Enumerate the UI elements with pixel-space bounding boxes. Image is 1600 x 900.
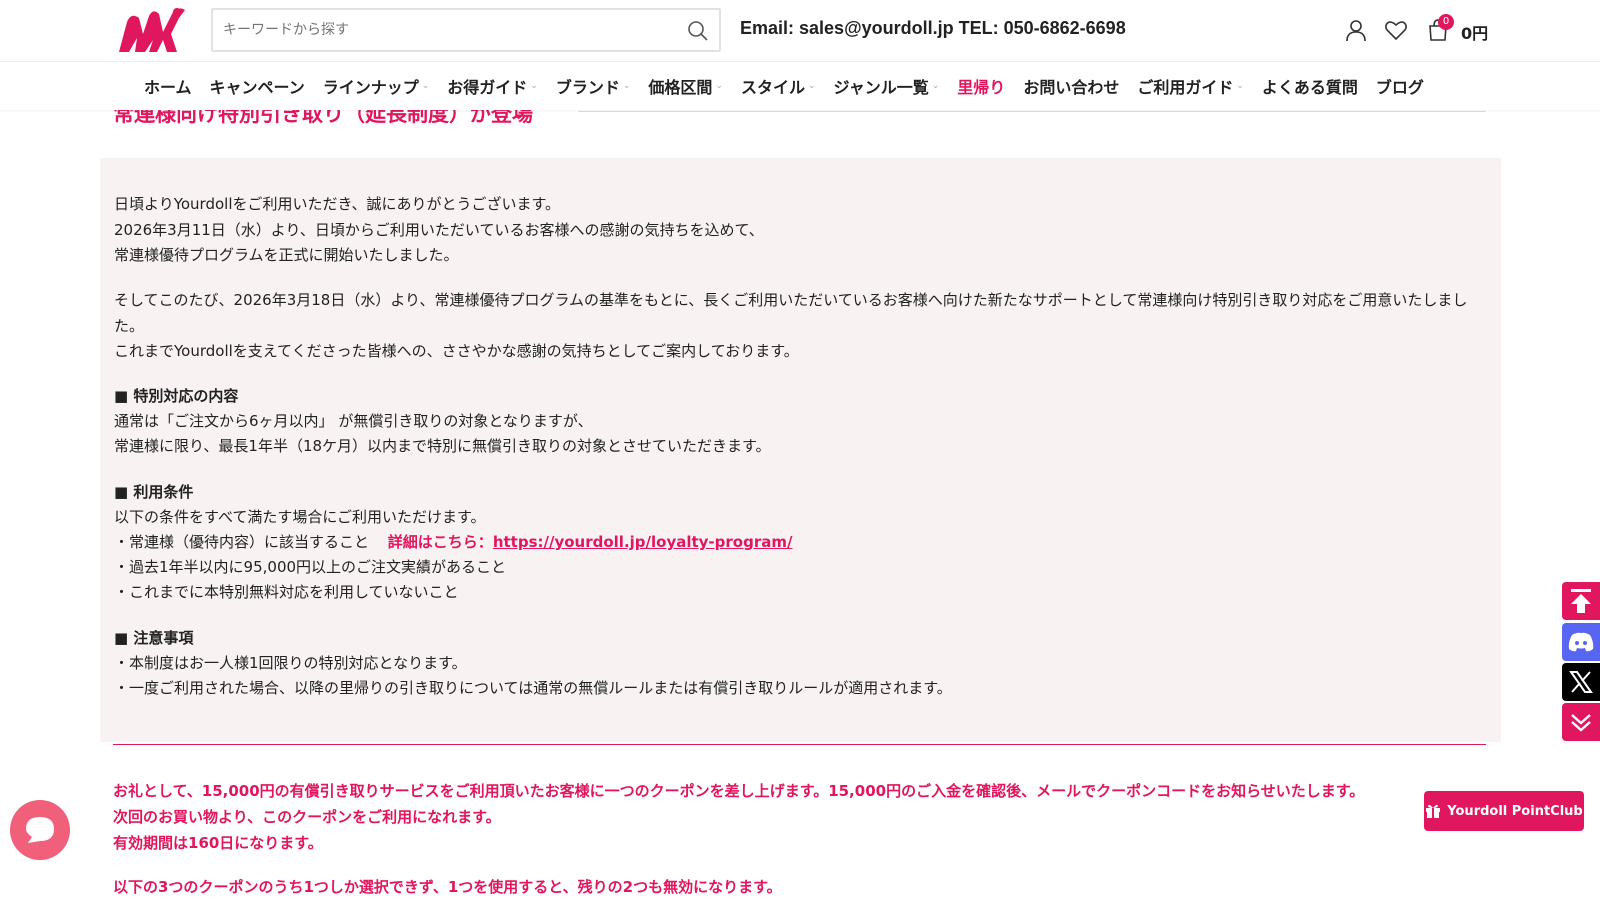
nav-item-11[interactable]: よくある質問 [1262, 74, 1358, 98]
nav-item-label: ご利用ガイド [1137, 78, 1234, 97]
nav-item-label: ブランド [555, 78, 620, 97]
chevron-down-icon: ⌄ [530, 81, 538, 91]
conditions-line-2: ・常連様（優待内容）に該当すること 詳細はこちら：https://yourdol… [114, 530, 792, 556]
search-input[interactable] [223, 18, 663, 42]
nav-item-label: ブログ [1375, 78, 1424, 97]
nav-item-label: 価格区間 [648, 78, 713, 97]
arrow-up-icon [1571, 589, 1591, 613]
search-icon[interactable] [687, 20, 709, 42]
nav-item-2[interactable]: ラインナップ ⌄ [323, 74, 430, 98]
notice-para-3: これまでYourdollを支えてくださった皆様への、ささやかな感謝の気持ちとして… [114, 342, 799, 360]
main-nav: ホーム キャンペーン ラインナップ ⌄ お得ガイド ⌄ ブランド ⌄ 価格区間 ⌄ スタイル ⌄ ジャン… [0, 62, 1600, 110]
nav-item-3[interactable]: お得ガイド ⌄ [447, 74, 538, 98]
coupon-text-3: 有効期間は160日になります。 [113, 834, 323, 852]
heading-divider [578, 111, 1486, 112]
notes-line-1: ・本制度はお一人様1回限りの特別対応となります。 [114, 654, 467, 672]
scroll-bottom-button[interactable] [1562, 703, 1600, 741]
notice-intro-2: 2026年3月11日（水）より、日頃からご利用いただいているお客様への感謝の気持… [114, 221, 764, 239]
section-title-notes: ■ 注意事項 [114, 629, 194, 647]
nav-item-12[interactable]: ブログ [1376, 74, 1424, 98]
discord-icon [1568, 632, 1594, 652]
cart-total[interactable]: 0円 [1461, 20, 1488, 44]
notice-intro-1: 日頃よりYourdollをご利用いただき、誠にありがとうございます。 [114, 195, 560, 213]
chat-bubble-icon [26, 817, 54, 843]
chevron-down-icon: ⌄ [715, 81, 723, 91]
pointclub-button[interactable]: Yourdoll PointClub [1424, 791, 1584, 831]
conditions-regular-text: ・常連様（優待内容）に該当すること [114, 533, 370, 551]
conditions-detail-label: 詳細はこちら： [387, 533, 493, 551]
notice-intro-3: 常連様優待プログラムを正式に開始いたしました。 [114, 246, 459, 264]
notice-para-2: そしてこのたび、2026年3月18日（水）より、常連様優待プログラムの基準をもと… [114, 291, 1468, 335]
nav-item-label: 里帰り [957, 78, 1006, 97]
coupon-text-1: お礼として、15,000円の有償引き取りサービスをご利用頂いたお客様に一つのクー… [113, 782, 1365, 800]
nav-item-4[interactable]: ブランド ⌄ [556, 74, 631, 98]
pointclub-label: Yourdoll PointClub [1447, 803, 1583, 819]
loyalty-program-link[interactable]: https://yourdoll.jp/loyalty-program/ [493, 533, 793, 551]
pink-divider [113, 744, 1486, 745]
conditions-line-4: ・これまでに本特別無料対応を利用していないこと [114, 583, 459, 601]
nav-items: ホーム キャンペーン ラインナップ ⌄ お得ガイド ⌄ ブランド ⌄ 価格区間 ⌄ スタイル ⌄ ジャン… [144, 74, 1442, 98]
nav-item-8[interactable]: 里帰り [957, 74, 1005, 98]
coupon-text-2: 次回のお買い物より、このクーポンをご利用になれます。 [113, 808, 501, 826]
nav-item-7[interactable]: ジャンル一覧 ⌄ [834, 74, 940, 98]
nav-item-10[interactable]: ご利用ガイド ⌄ [1137, 74, 1244, 98]
chevron-down-icon: ⌄ [622, 81, 631, 91]
account-icon[interactable] [1344, 18, 1368, 42]
chevron-down-icon: ⌄ [808, 81, 816, 91]
nav-item-label: スタイル [740, 78, 805, 97]
notes-line-2: ・一度ご利用された場合、以降の里帰りの引き取りについては通常の無償ルールまたは有… [114, 679, 952, 697]
nav-item-9[interactable]: お問い合わせ [1023, 74, 1119, 98]
chevron-down-icon: ⌄ [1236, 81, 1244, 91]
site-header: Email: sales@yourdoll.jp TEL: 050-6862-6… [0, 0, 1600, 62]
chevron-down-icon: ⌄ [931, 81, 940, 91]
x-logo-icon [1569, 671, 1593, 693]
nav-item-label: ジャンル一覧 [833, 78, 929, 97]
cart-count-badge: 0 [1438, 14, 1454, 30]
discord-button[interactable] [1562, 623, 1600, 661]
notice-box: 日頃よりYourdollをご利用いただき、誠にありがとうございます。 2026年… [100, 158, 1501, 742]
chevron-down-icon: ⌄ [421, 81, 430, 91]
double-chevron-down-icon [1571, 714, 1591, 732]
nav-item-label: ラインナップ [322, 78, 419, 97]
contact-info: Email: sales@yourdoll.jp TEL: 050-6862-6… [740, 18, 1126, 38]
chat-widget-button[interactable] [10, 800, 70, 860]
search-box [211, 8, 721, 52]
nav-item-1[interactable]: キャンペーン [210, 74, 305, 98]
site-logo-icon[interactable] [113, 4, 191, 56]
section-title-conditions: ■ 利用条件 [114, 483, 194, 501]
x-social-button[interactable] [1562, 663, 1600, 701]
section-special-line-1: 通常は「ご注文から6ヶ月以内」 が無償引き取りの対象となりますが、 [114, 412, 593, 430]
conditions-line-1: 以下の条件をすべて満たす場合にご利用いただけます。 [114, 508, 486, 526]
scroll-top-button[interactable] [1562, 582, 1600, 620]
nav-item-label: キャンペーン [209, 78, 305, 97]
nav-item-label: お問い合わせ [1023, 78, 1120, 97]
nav-item-5[interactable]: 価格区間 ⌄ [648, 74, 723, 98]
coupon-text-4: 以下の3つのクーポンのうち1つしか選択できず、1つを使用すると、残りの2つも無効… [113, 878, 782, 896]
gift-icon [1426, 804, 1441, 818]
nav-item-6[interactable]: スタイル ⌄ [741, 74, 816, 98]
nav-item-label: ホーム [144, 78, 192, 97]
nav-item-label: お得ガイド [447, 78, 528, 97]
section-special-line-2: 常連様に限り、最長1年半（18ケ月）以内まで特別に無償引き取りの対象とさせていた… [114, 437, 771, 455]
section-title-special: ■ 特別対応の内容 [114, 387, 239, 405]
nav-item-0[interactable]: ホーム [144, 74, 192, 98]
conditions-line-3: ・過去1年半以内に95,000円以上のご注文実績があること [114, 558, 507, 576]
wishlist-heart-icon[interactable] [1384, 18, 1408, 42]
nav-item-label: よくある質問 [1261, 78, 1358, 97]
